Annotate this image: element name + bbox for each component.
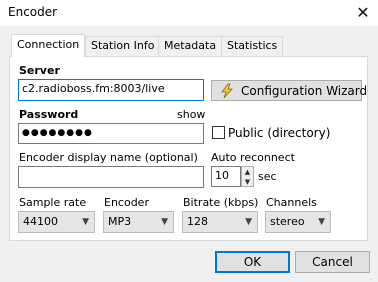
show-password-link[interactable]: show — [177, 108, 205, 121]
tab-statistics[interactable]: Statistics — [221, 36, 284, 56]
auto-reconnect-spinner[interactable]: ▲ ▼ — [241, 166, 254, 187]
server-label: Server — [19, 64, 60, 77]
bitrate-value: 128 — [187, 215, 208, 228]
sample-rate-select[interactable]: 44100 ▼ — [18, 211, 95, 233]
sample-rate-value: 44100 — [23, 215, 58, 228]
public-directory-checkbox[interactable] — [212, 126, 225, 139]
channels-select[interactable]: stereo ▼ — [265, 211, 331, 233]
bitrate-select[interactable]: 128 ▼ — [182, 211, 258, 233]
window-title: Encoder — [8, 5, 58, 19]
password-field[interactable]: ●●●●●●●● — [18, 123, 204, 144]
encoder-display-label: Encoder display name (optional) — [19, 151, 198, 164]
chevron-down-icon: ▼ — [82, 217, 89, 227]
auto-reconnect-input[interactable]: 10 — [211, 166, 241, 187]
sample-rate-label: Sample rate — [19, 196, 87, 209]
password-label: Password — [19, 108, 79, 121]
tab-connection[interactable]: Connection — [11, 34, 86, 57]
encoder-select[interactable]: MP3 ▼ — [103, 211, 174, 233]
tab-station-info[interactable]: Station Info — [85, 36, 161, 56]
encoder-label: Encoder — [104, 196, 149, 209]
chevron-down-icon: ▼ — [161, 217, 168, 227]
auto-reconnect-label: Auto reconnect — [211, 151, 295, 164]
public-directory-label: Public (directory) — [228, 126, 331, 140]
encoder-value: MP3 — [108, 215, 132, 228]
spin-down-icon[interactable]: ▼ — [242, 177, 253, 187]
chevron-down-icon: ▼ — [318, 217, 325, 227]
bitrate-label: Bitrate (kbps) — [183, 196, 259, 209]
channels-label: Channels — [266, 196, 317, 209]
spin-up-icon[interactable]: ▲ — [242, 167, 253, 177]
server-input[interactable]: c2.radioboss.fm:8003/live — [18, 79, 204, 101]
encoder-display-input[interactable] — [18, 166, 204, 188]
lightning-icon — [221, 83, 233, 99]
tab-metadata[interactable]: Metadata — [158, 36, 223, 56]
channels-value: stereo — [270, 215, 305, 228]
wizard-button-label: Configuration Wizard — [241, 84, 368, 98]
configuration-wizard-button[interactable]: Configuration Wizard — [211, 80, 367, 101]
close-icon[interactable]: ✕ — [352, 2, 374, 24]
auto-reconnect-unit: sec — [258, 170, 277, 183]
chevron-down-icon: ▼ — [245, 217, 252, 227]
cancel-button[interactable]: Cancel — [295, 251, 370, 273]
ok-button[interactable]: OK — [215, 251, 290, 273]
